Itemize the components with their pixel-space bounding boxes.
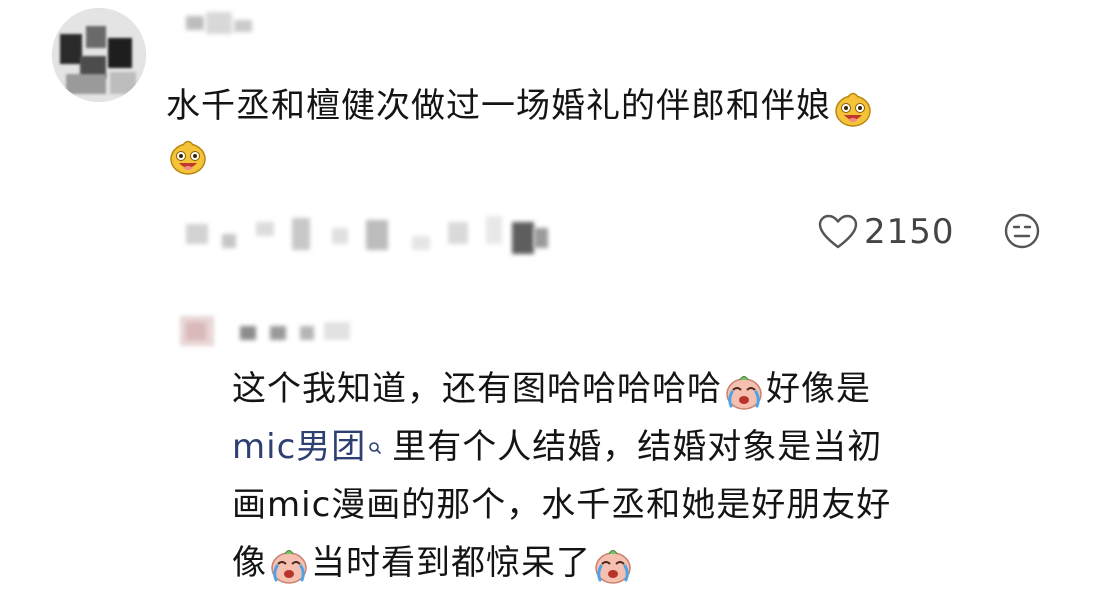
crying-bun-emoji (724, 371, 764, 411)
search-icon[interactable] (368, 420, 382, 454)
grinning-bun-emoji (833, 88, 873, 128)
like-button[interactable]: 2150 (818, 210, 955, 254)
comment-body: 水千丞和檀健次做过一场婚礼的伴郎和伴娘 (166, 82, 1066, 178)
commenter-avatar[interactable] (52, 8, 146, 102)
reply-body: 这个我知道，还有图哈哈哈哈哈 好像是 mic男团 里有个人结婚，结婚对象是当初 画m… (232, 360, 1052, 592)
reply-line-2: mic男团 里有个人结婚，结婚对象是当初 (232, 418, 1052, 476)
reply-line-3: 画mic漫画的那个，水千丞和她是好朋友好 (232, 485, 892, 525)
comment-text: 水千丞和檀健次做过一场婚礼的伴郎和伴娘 (166, 86, 831, 126)
meh-face-icon[interactable] (1003, 212, 1041, 250)
reply-line-1: 这个我知道，还有图哈哈哈哈哈 好像是 (232, 369, 871, 411)
grinning-bun-emoji (168, 136, 208, 176)
crying-bun-emoji (593, 545, 633, 585)
heart-outline-icon (818, 214, 858, 250)
like-count: 2150 (864, 212, 955, 252)
reply-line-4: 像当时看到都惊呆了 (232, 534, 1052, 592)
topic-link[interactable]: mic男团 (232, 427, 366, 467)
crying-bun-emoji (269, 545, 309, 585)
